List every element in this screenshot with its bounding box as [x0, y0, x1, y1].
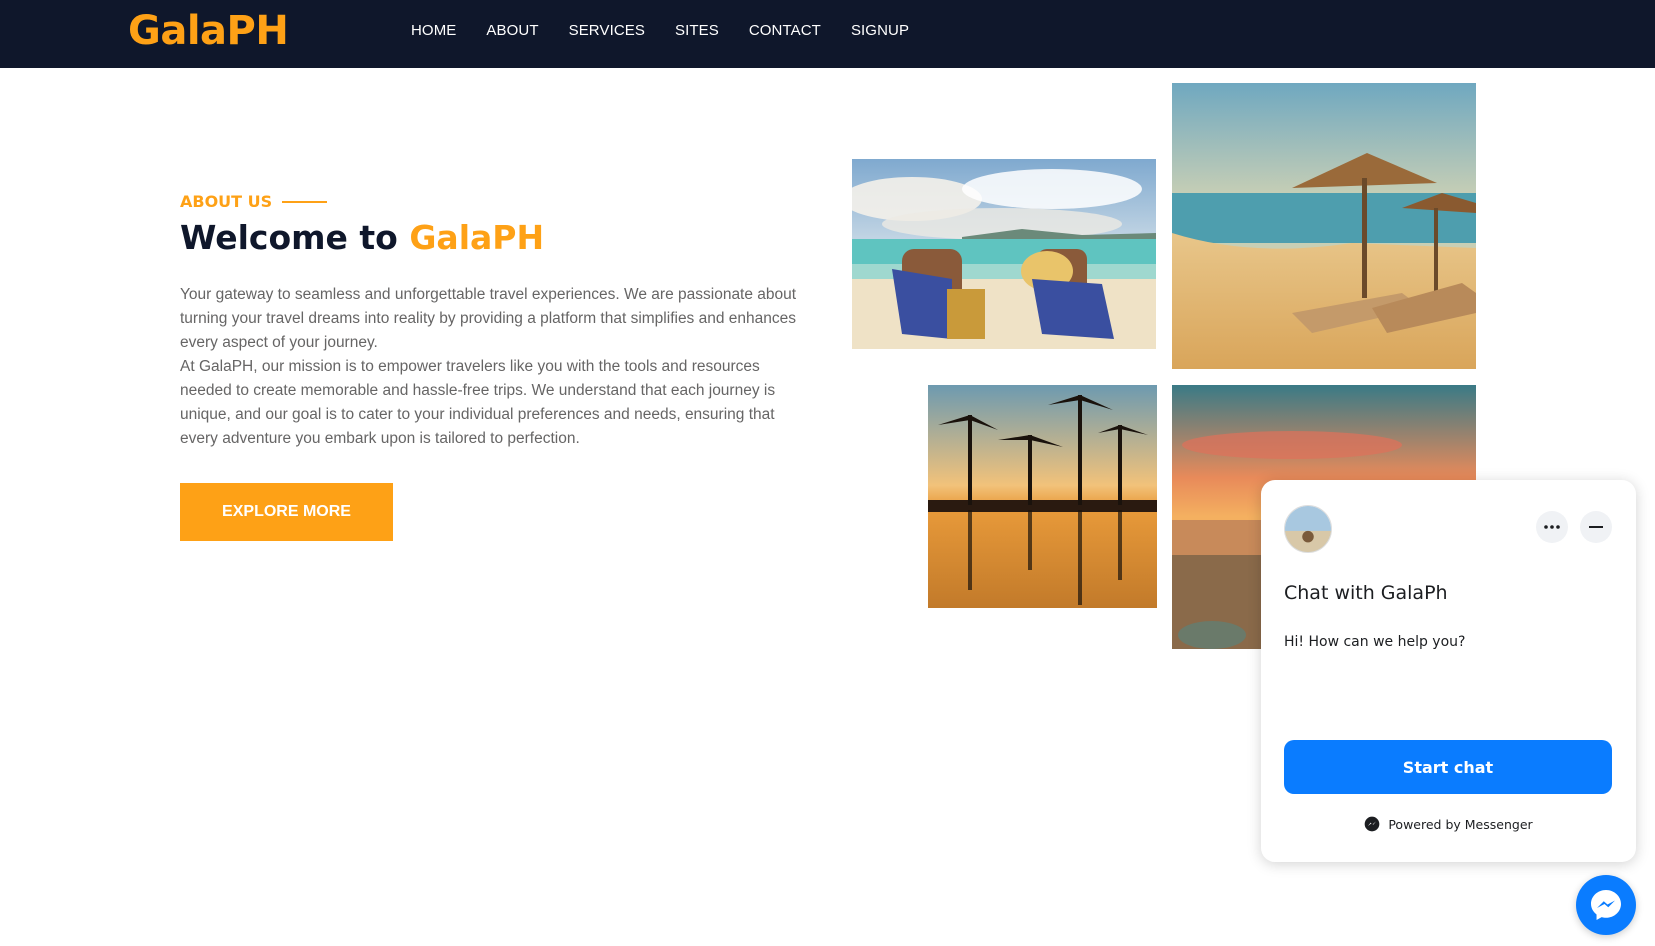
nav-link-services[interactable]: SERVICES: [569, 22, 645, 39]
nav-link-about[interactable]: ABOUT: [486, 22, 538, 39]
about-label-line: [282, 200, 328, 203]
powered-by-text: Powered by Messenger: [1388, 816, 1533, 832]
nav-link-contact[interactable]: CONTACT: [749, 22, 821, 39]
beach-chairs-photo: [852, 159, 1156, 349]
minimize-icon[interactable]: [1580, 511, 1612, 543]
about-section-label: ABOUT US: [180, 192, 328, 211]
about-description: Your gateway to seamless and unforgettab…: [180, 283, 800, 451]
welcome-prefix: Welcome to: [180, 218, 410, 257]
navbar: GalaPH HOME ABOUT SERVICES SITES CONTACT…: [0, 0, 1655, 68]
welcome-heading: Welcome to GalaPH: [180, 218, 544, 257]
chat-avatar: [1284, 505, 1332, 553]
beach-umbrellas-photo: [1172, 83, 1476, 369]
chat-title: Chat with GalaPh: [1284, 582, 1448, 604]
explore-more-button[interactable]: EXPLORE MORE: [180, 483, 393, 541]
more-options-icon[interactable]: [1536, 511, 1568, 543]
welcome-brand: GalaPH: [409, 218, 545, 257]
powered-by-messenger: Powered by Messenger: [1261, 816, 1636, 832]
messenger-icon: [1591, 890, 1621, 920]
messenger-icon: [1364, 816, 1380, 832]
site-logo[interactable]: GalaPH: [128, 8, 289, 54]
nav-link-home[interactable]: HOME: [411, 22, 456, 39]
nav-link-sites[interactable]: SITES: [675, 22, 719, 39]
about-label-text: ABOUT US: [180, 192, 273, 211]
about-paragraph-1: Your gateway to seamless and unforgettab…: [180, 286, 797, 351]
messenger-launcher-button[interactable]: [1576, 875, 1636, 935]
start-chat-button[interactable]: Start chat: [1284, 740, 1612, 794]
nav-link-signup[interactable]: SIGNUP: [851, 22, 909, 39]
about-paragraph-2: At GalaPH, our mission is to empower tra…: [180, 358, 776, 447]
messenger-chat-panel: Chat with GalaPh Hi! How can we help you…: [1261, 480, 1636, 862]
nav-links: HOME ABOUT SERVICES SITES CONTACT SIGNUP: [411, 22, 939, 39]
palm-trees-photo: [928, 385, 1157, 608]
chat-greeting: Hi! How can we help you?: [1284, 634, 1466, 650]
